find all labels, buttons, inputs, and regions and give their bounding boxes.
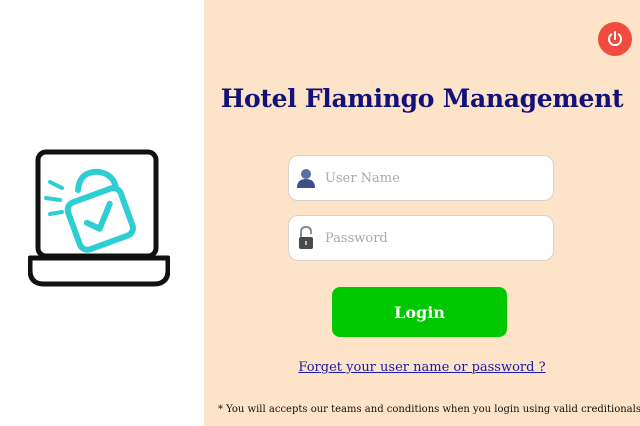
page-title: Hotel Flamingo Management	[220, 84, 624, 113]
laptop-lock-icon	[28, 149, 170, 287]
login-button[interactable]: Login	[332, 287, 507, 337]
password-field[interactable]	[288, 215, 554, 261]
username-input[interactable]	[323, 169, 547, 187]
username-field[interactable]	[288, 155, 554, 201]
password-input[interactable]	[323, 229, 547, 247]
terms-note: * You will accepts our teams and conditi…	[218, 404, 640, 415]
login-panel: Hotel Flamingo Management Login For	[204, 0, 640, 426]
power-button[interactable]	[598, 22, 632, 56]
user-icon	[295, 166, 317, 190]
forgot-credentials-link[interactable]: Forget your user name or password ?	[204, 360, 640, 375]
illustration-panel	[0, 0, 204, 426]
power-icon	[608, 31, 622, 46]
login-page: Hotel Flamingo Management Login For	[0, 0, 640, 426]
padlock-icon	[295, 226, 317, 250]
